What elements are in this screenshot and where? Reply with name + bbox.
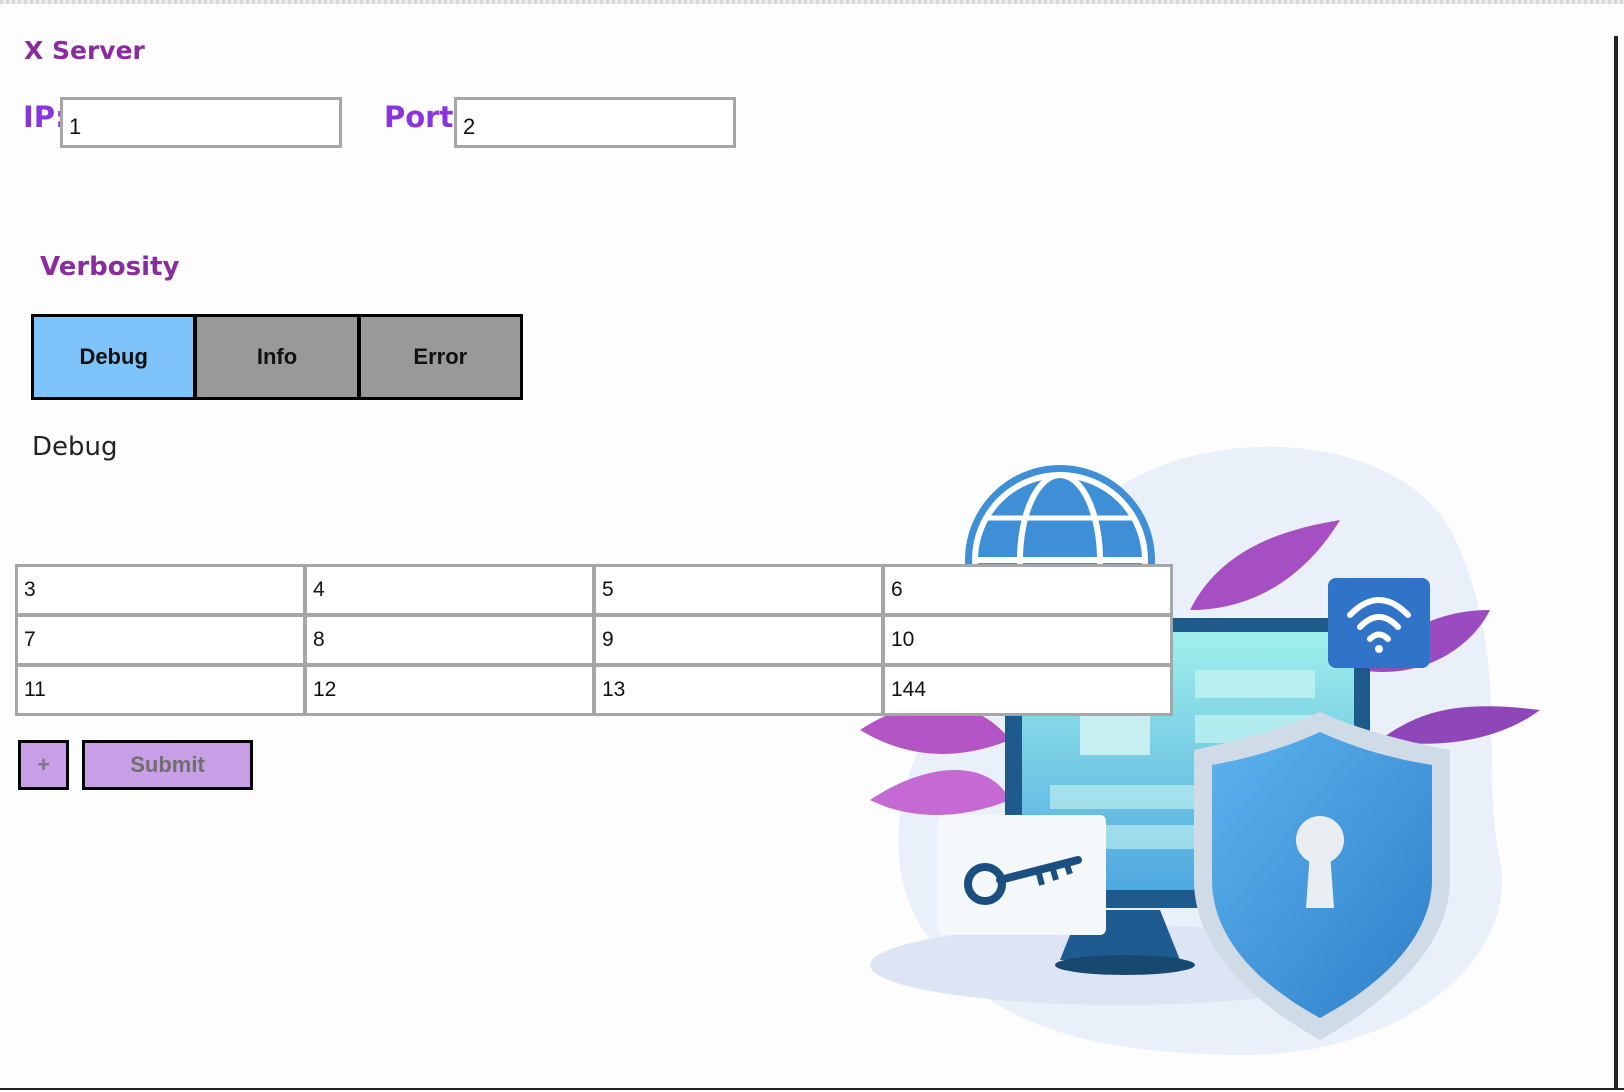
- app-window: X Server IP: Port: Verbosity Debug Info …: [0, 0, 1624, 1092]
- verbosity-info-button[interactable]: Info: [197, 317, 357, 397]
- grid-cell[interactable]: 13: [596, 667, 881, 713]
- grid-cell[interactable]: 3: [18, 567, 303, 613]
- grid-cell[interactable]: 12: [307, 667, 592, 713]
- grid-cell[interactable]: 4: [307, 567, 592, 613]
- value-grid: 3 4 5 6 7 8 9 10 11 12 13 144: [15, 564, 1173, 716]
- grid-cell[interactable]: 144: [885, 667, 1170, 713]
- grid-cell[interactable]: 7: [18, 617, 303, 663]
- key-icon: [938, 815, 1106, 935]
- scrollbar[interactable]: [1614, 36, 1618, 1088]
- add-row-button[interactable]: +: [18, 740, 69, 790]
- top-border: [0, 0, 1624, 4]
- grid-cell[interactable]: 8: [307, 617, 592, 663]
- port-input[interactable]: [454, 97, 736, 148]
- verbosity-title: Verbosity: [40, 252, 180, 282]
- verbosity-current-value: Debug: [32, 432, 118, 462]
- verbosity-selector: Debug Info Error: [31, 314, 523, 400]
- grid-cell[interactable]: 6: [885, 567, 1170, 613]
- verbosity-error-button[interactable]: Error: [360, 317, 520, 397]
- grid-cell[interactable]: 10: [885, 617, 1170, 663]
- wifi-icon: [1328, 578, 1430, 668]
- grid-cell[interactable]: 11: [18, 667, 303, 713]
- grid-cell[interactable]: 9: [596, 617, 881, 663]
- submit-button[interactable]: Submit: [82, 740, 253, 790]
- port-label: Port:: [384, 100, 465, 134]
- bottom-border: [0, 1088, 1624, 1090]
- ip-input[interactable]: [60, 97, 342, 148]
- server-section-title: X Server: [24, 36, 145, 65]
- verbosity-debug-button[interactable]: Debug: [34, 317, 194, 397]
- security-illustration: [860, 446, 1540, 1056]
- grid-cell[interactable]: 5: [596, 567, 881, 613]
